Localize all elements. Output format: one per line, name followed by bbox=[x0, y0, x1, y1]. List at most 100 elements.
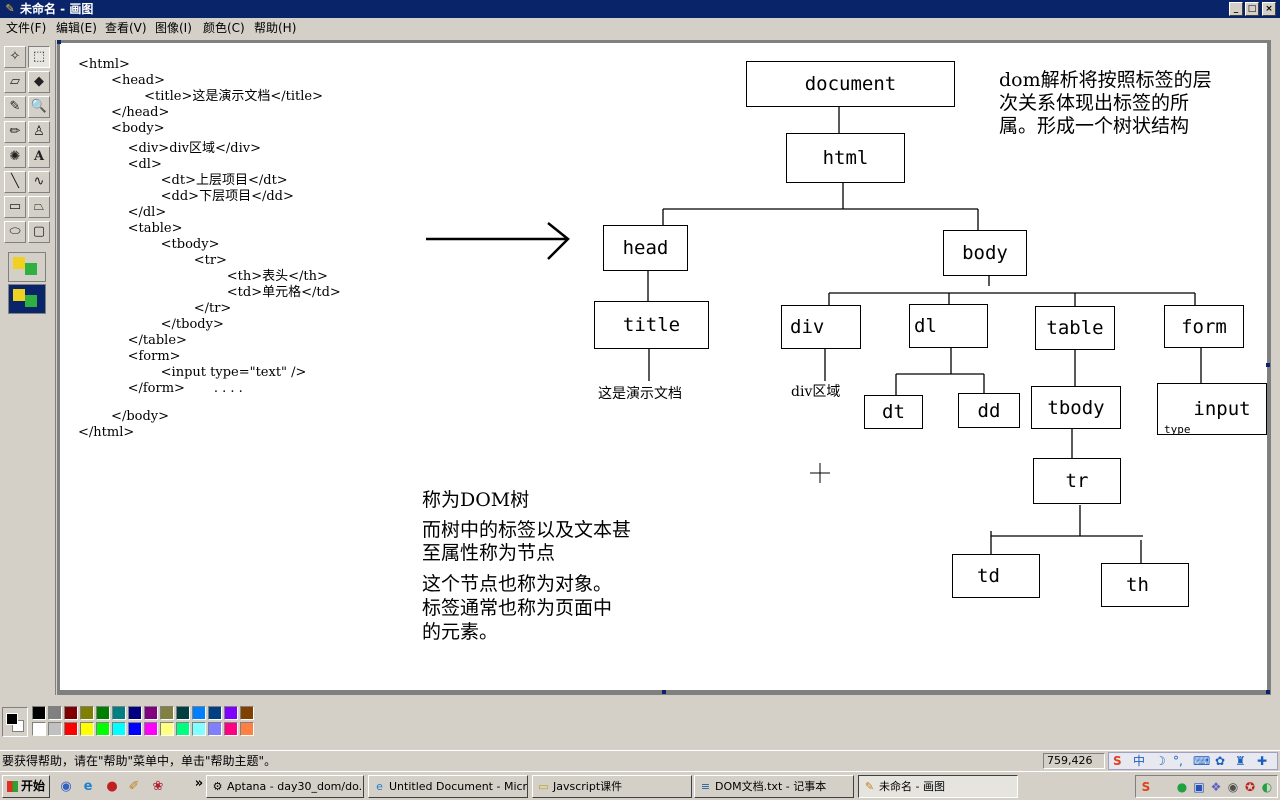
wrench-icon[interactable]: ✚ bbox=[1257, 754, 1267, 768]
pencil-tool-icon[interactable]: ✏ bbox=[4, 121, 26, 143]
eraser-tool-icon[interactable]: ▱ bbox=[4, 71, 26, 93]
taskbar: 开始 ◉ e ● ✐ ❀ » ⚙ Aptana - day30_dom/do..… bbox=[0, 771, 1280, 800]
color-swatch[interactable] bbox=[80, 722, 94, 736]
menu-help[interactable]: 帮助(H) bbox=[254, 21, 296, 35]
minimize-button[interactable]: _ bbox=[1229, 2, 1243, 16]
color-swatch[interactable] bbox=[224, 706, 238, 720]
quicklaunch-icon-1[interactable]: ◉ bbox=[58, 779, 74, 795]
moon-icon[interactable]: ☽ bbox=[1155, 754, 1166, 768]
color-swatch[interactable] bbox=[48, 706, 62, 720]
ellipse-tool-icon[interactable]: ⬭ bbox=[4, 221, 26, 243]
curve-tool-icon[interactable]: ∿ bbox=[28, 171, 50, 193]
transparent-shape-icon bbox=[13, 289, 25, 301]
node-div: div bbox=[781, 305, 861, 349]
tray-icon-4[interactable]: ◉ bbox=[1225, 779, 1241, 795]
color-picker-tool-icon[interactable]: ✎ bbox=[4, 96, 26, 118]
color-swatch[interactable] bbox=[32, 706, 46, 720]
quicklaunch-icon-5[interactable]: ❀ bbox=[150, 779, 166, 795]
color-swatch[interactable] bbox=[64, 722, 78, 736]
note-bottom-line-6: 的元素。 bbox=[422, 621, 499, 643]
quicklaunch-icon-3[interactable]: ● bbox=[104, 779, 120, 795]
color-swatch[interactable] bbox=[96, 706, 110, 720]
line-tool-icon[interactable]: ╲ bbox=[4, 171, 26, 193]
menu-colors[interactable]: 颜色(C) bbox=[203, 21, 245, 35]
node-head: head bbox=[603, 225, 688, 271]
tray-icon-5[interactable]: ✪ bbox=[1242, 779, 1258, 795]
tray-icon-2[interactable]: ▣ bbox=[1191, 779, 1207, 795]
node-document: document bbox=[746, 61, 955, 107]
color-swatch[interactable] bbox=[112, 706, 126, 720]
fill-tool-icon[interactable]: ◆ bbox=[28, 71, 50, 93]
task-folder[interactable]: ▭ Javscript课件 bbox=[532, 775, 692, 798]
task-aptana[interactable]: ⚙ Aptana - day30_dom/do... bbox=[206, 775, 364, 798]
skin-icon[interactable]: ✿ bbox=[1215, 754, 1225, 768]
color-swatch[interactable] bbox=[96, 722, 110, 736]
ie-icon[interactable]: e bbox=[80, 779, 96, 795]
rounded-rect-tool-icon[interactable]: ▢ bbox=[28, 221, 50, 243]
color-swatch[interactable] bbox=[144, 722, 158, 736]
menu-edit[interactable]: 编辑(E) bbox=[56, 21, 97, 35]
color-swatch[interactable] bbox=[176, 706, 190, 720]
color-swatch[interactable] bbox=[48, 722, 62, 736]
rect-select-tool-icon[interactable]: ⬚ bbox=[28, 46, 50, 68]
menu-image[interactable]: 图像(I) bbox=[155, 21, 192, 35]
task-notepad[interactable]: ≡ DOM文档.txt - 记事本 bbox=[694, 775, 854, 798]
color-swatch[interactable] bbox=[240, 722, 254, 736]
ime-mode-chinese[interactable]: 中 bbox=[1133, 754, 1145, 768]
color-swatch[interactable] bbox=[112, 722, 126, 736]
arrow-icon bbox=[426, 222, 570, 260]
vertical-scrollbar[interactable] bbox=[1270, 40, 1280, 695]
drawing-canvas[interactable]: <html> <head> <title>这是演示文档</title> </he… bbox=[60, 43, 1267, 690]
color-swatch[interactable] bbox=[64, 706, 78, 720]
start-label: 开始 bbox=[21, 779, 46, 793]
menu-view[interactable]: 查看(V) bbox=[105, 21, 147, 35]
brush-tool-icon[interactable]: ♙ bbox=[28, 121, 50, 143]
resize-handle-tl[interactable] bbox=[57, 40, 61, 44]
tray-icon-6[interactable]: ◐ bbox=[1259, 779, 1275, 795]
tray-icon-1[interactable]: ● bbox=[1174, 779, 1190, 795]
airbrush-tool-icon[interactable]: ✺ bbox=[4, 146, 26, 168]
maximize-button[interactable]: □ bbox=[1245, 2, 1259, 16]
color-swatch[interactable] bbox=[32, 722, 46, 736]
transparency-option-transparent[interactable] bbox=[8, 284, 46, 314]
color-swatch[interactable] bbox=[240, 706, 254, 720]
color-swatch[interactable] bbox=[144, 706, 158, 720]
status-help-text: 要获得帮助，请在"帮助"菜单中，单击"帮助主题"。 bbox=[2, 754, 277, 768]
task-paint[interactable]: ✎ 未命名 - 画图 bbox=[858, 775, 1018, 798]
task-browser[interactable]: e Untitled Document - Micr... bbox=[368, 775, 528, 798]
magnifier-tool-icon[interactable]: 🔍 bbox=[28, 96, 50, 118]
sogou-tray-icon[interactable]: S bbox=[1138, 779, 1154, 795]
color-swatch[interactable] bbox=[208, 722, 222, 736]
current-colors[interactable] bbox=[2, 707, 28, 737]
free-select-tool-icon[interactable]: ✧ bbox=[4, 46, 26, 68]
punctuation-icon[interactable]: °, bbox=[1173, 754, 1183, 768]
keyboard-icon[interactable]: ⌨ bbox=[1193, 754, 1210, 768]
color-swatch[interactable] bbox=[160, 722, 174, 736]
color-swatch[interactable] bbox=[128, 722, 142, 736]
rectangle-tool-icon[interactable]: ▭ bbox=[4, 196, 26, 218]
ime-toolbar[interactable]: S 中 ☽ °, ⌨ ✿ ♜ ✚ bbox=[1108, 752, 1278, 770]
color-swatch[interactable] bbox=[192, 706, 206, 720]
polygon-tool-icon[interactable]: ⏢ bbox=[28, 196, 50, 218]
foreground-color-swatch bbox=[6, 713, 18, 725]
quicklaunch-icon-4[interactable]: ✐ bbox=[126, 779, 142, 795]
color-swatch[interactable] bbox=[160, 706, 174, 720]
paint-app-icon: ✎ bbox=[5, 2, 15, 15]
tray-icon-3[interactable]: ❖ bbox=[1208, 779, 1224, 795]
color-swatch[interactable] bbox=[80, 706, 94, 720]
browser-icon: e bbox=[376, 780, 383, 793]
close-button[interactable]: × bbox=[1262, 2, 1276, 16]
transparency-option-opaque[interactable] bbox=[8, 252, 46, 282]
text-tool-icon[interactable]: A bbox=[28, 146, 50, 168]
color-swatch[interactable] bbox=[192, 722, 206, 736]
start-button[interactable]: 开始 bbox=[2, 775, 50, 798]
shirt-icon[interactable]: ♜ bbox=[1235, 754, 1246, 768]
color-swatch[interactable] bbox=[224, 722, 238, 736]
resize-handle-bottom[interactable] bbox=[662, 690, 666, 694]
color-swatch[interactable] bbox=[128, 706, 142, 720]
menu-file[interactable]: 文件(F) bbox=[6, 21, 46, 35]
color-swatch[interactable] bbox=[208, 706, 222, 720]
quicklaunch-more-icon[interactable]: » bbox=[191, 776, 207, 792]
sogou-ime-icon[interactable]: S bbox=[1113, 754, 1122, 768]
color-swatch[interactable] bbox=[176, 722, 190, 736]
